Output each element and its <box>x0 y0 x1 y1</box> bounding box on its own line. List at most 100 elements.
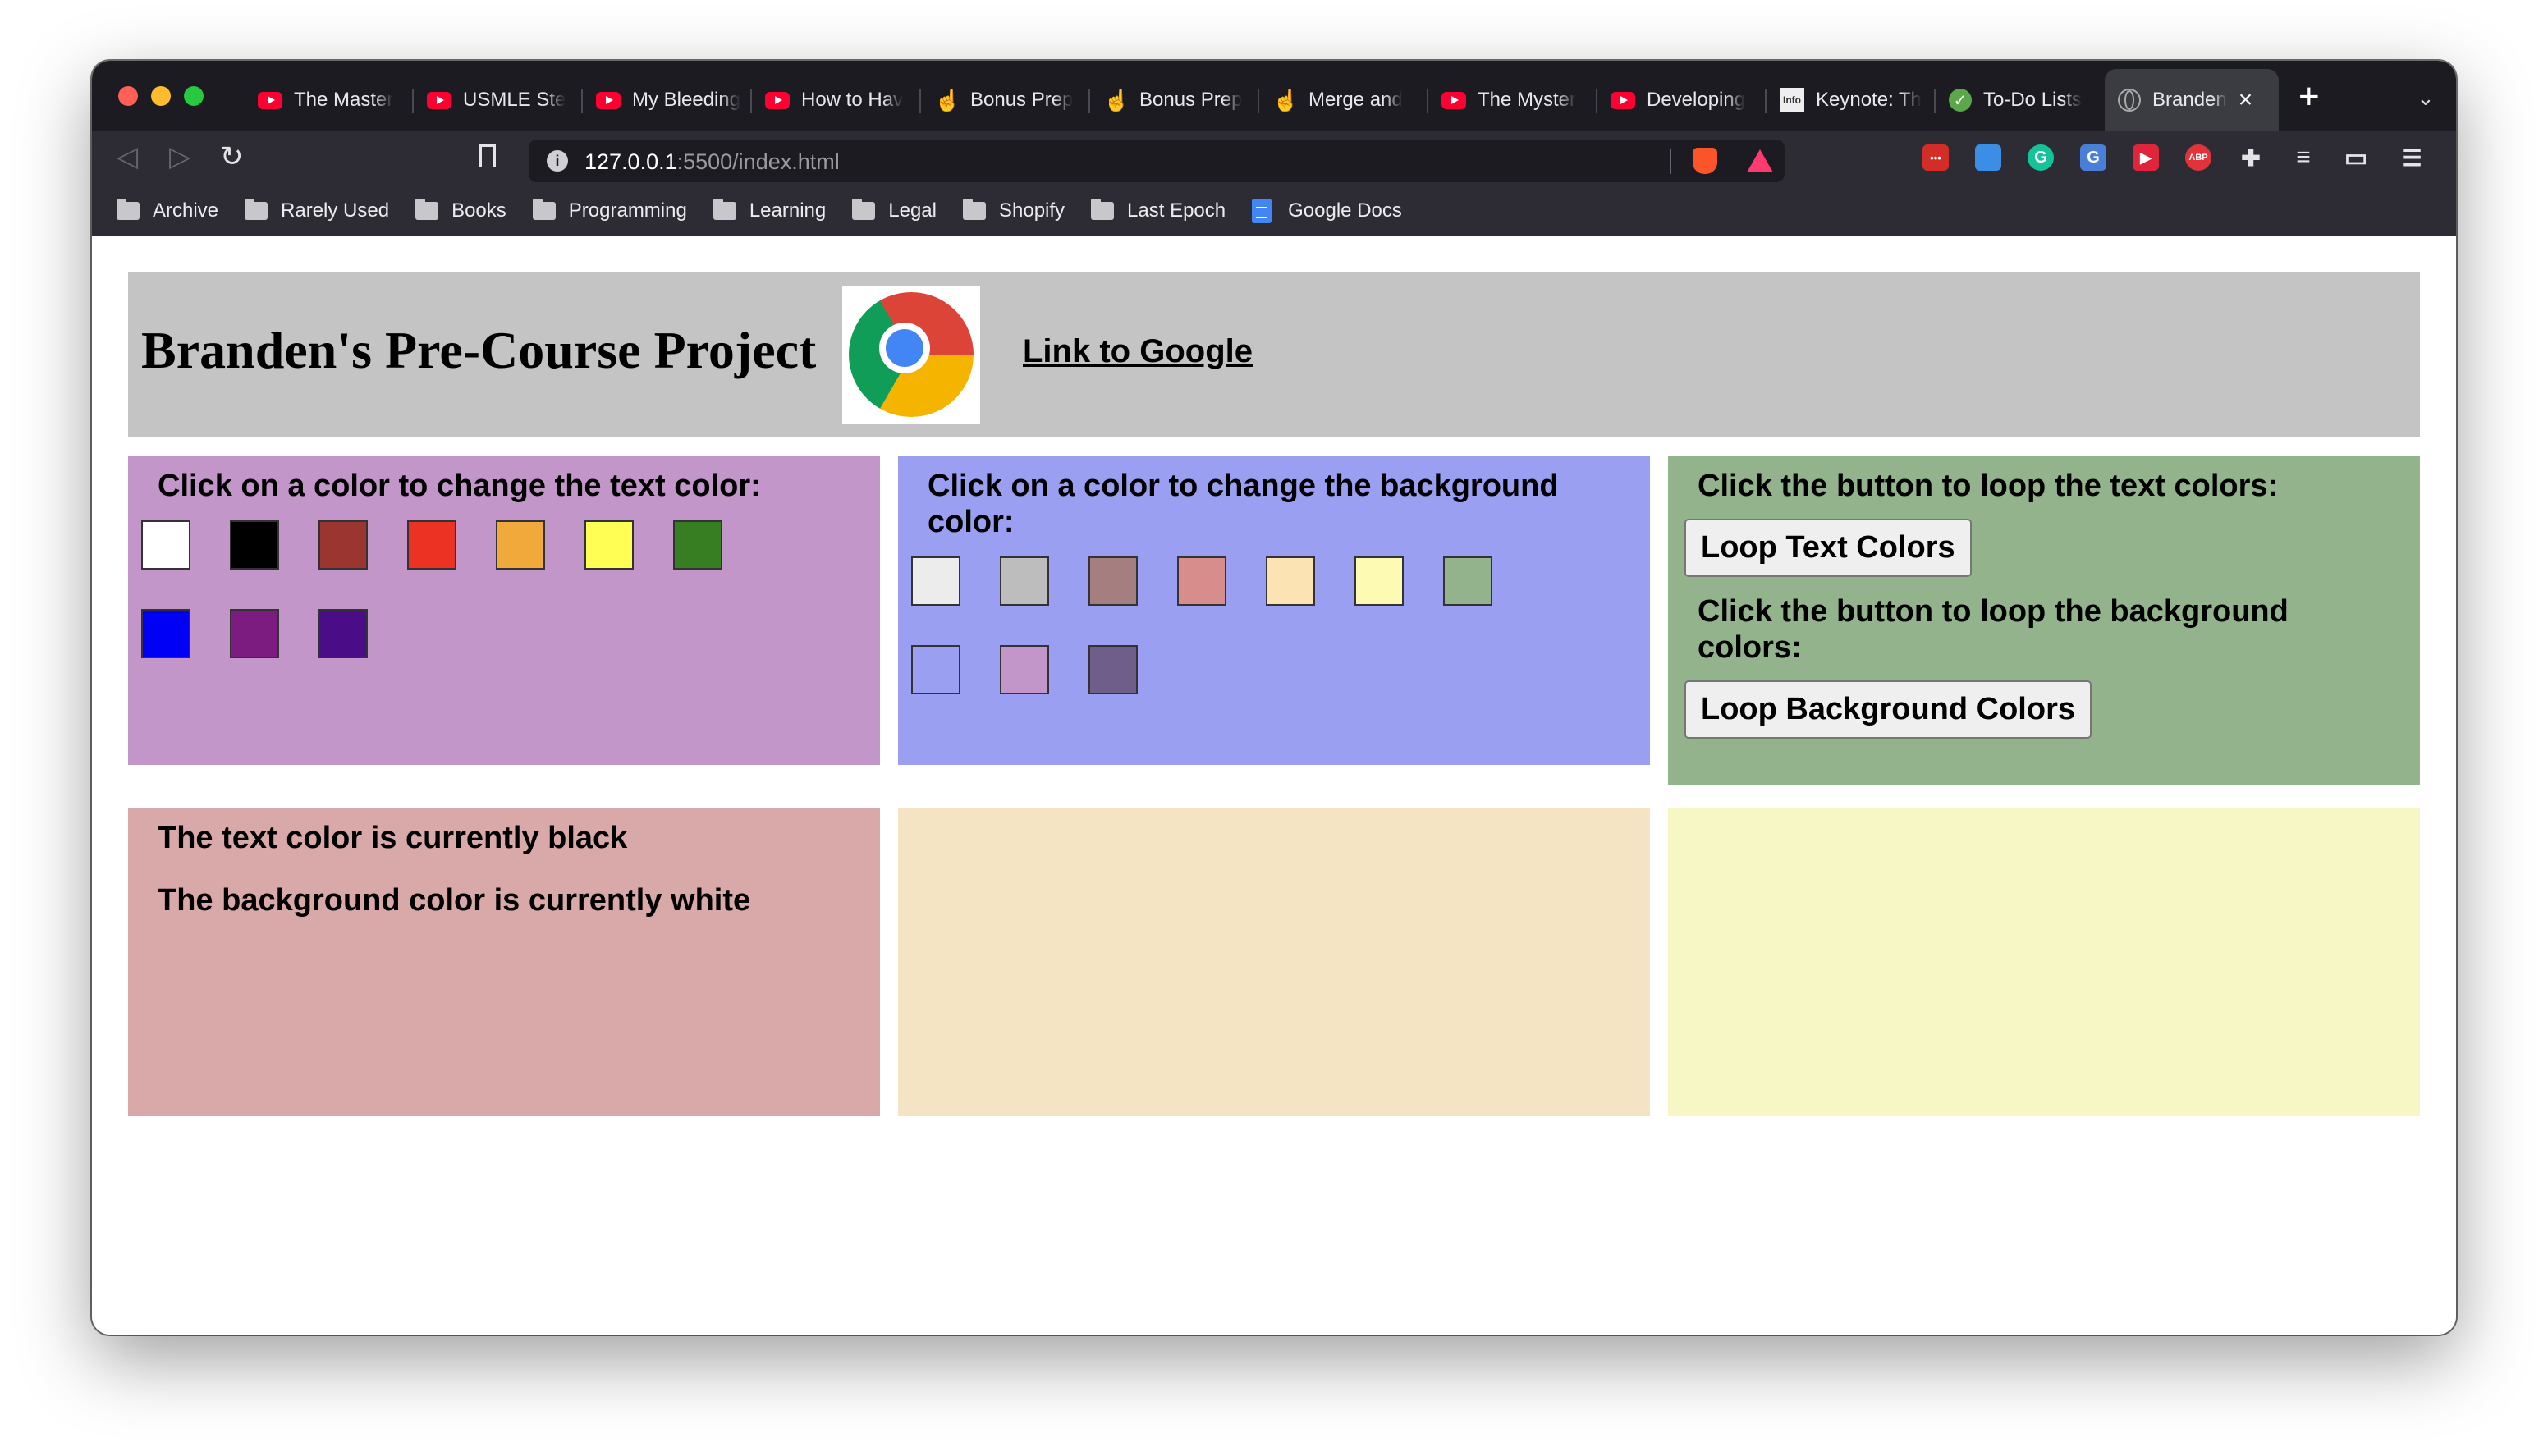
tab-title: Bonus Prep <box>970 89 1074 111</box>
url-host: 127.0.0.1 <box>584 149 677 174</box>
reload-icon[interactable]: ↻ <box>220 143 244 171</box>
bookmark-books[interactable]: Books <box>415 199 506 222</box>
tab-title: The Myster <box>1478 89 1577 111</box>
tab-8[interactable]: Developing <box>1597 69 1767 131</box>
loop-text-colors-button[interactable]: Loop Text Colors <box>1684 519 1972 577</box>
loop-background-colors-button[interactable]: Loop Background Colors <box>1684 680 2092 739</box>
adblock-icon[interactable]: ABP <box>2185 144 2211 171</box>
tab-title: My Bleeding <box>632 89 741 111</box>
info-icon: Info <box>1780 88 1804 112</box>
site-info-icon[interactable]: i <box>547 150 568 172</box>
bookmarks-bar: Archive Rarely Used Books Programming Le… <box>92 185 2456 236</box>
background-color-swatch-4[interactable] <box>1266 556 1315 606</box>
back-icon[interactable]: ◁ <box>117 143 138 171</box>
google-link[interactable]: Link to Google <box>1023 333 1253 370</box>
empty-panel-middle <box>898 808 1650 1116</box>
tab-title: Bonus Prep <box>1139 89 1243 111</box>
chevron-down-icon[interactable]: ⌄ <box>2417 85 2435 111</box>
bookmark-shopify[interactable]: Shopify <box>962 199 1065 222</box>
tab-9[interactable]: Info Keynote: Th <box>1767 69 1936 131</box>
background-color-swatch-0[interactable] <box>911 556 960 606</box>
lastpass-icon[interactable]: ••• <box>1922 144 1949 171</box>
page-content: Branden's Pre-Course Project Link to Goo… <box>92 236 2456 1335</box>
text-color-swatch-5[interactable] <box>584 520 634 570</box>
text-color-swatch-1[interactable] <box>230 520 279 570</box>
text-color-swatch-4[interactable] <box>496 520 545 570</box>
tab-title: How to Hav <box>801 89 904 111</box>
address-bar[interactable]: i 127.0.0.1:5500/index.html <box>529 140 1785 182</box>
bookmark-label: Archive <box>153 199 219 222</box>
forward-icon[interactable]: ▷ <box>169 143 190 171</box>
close-window-button[interactable] <box>118 86 138 106</box>
folder-icon <box>1091 199 1115 220</box>
playlist-icon[interactable]: ≡ <box>2290 144 2317 171</box>
background-color-swatch-6[interactable] <box>1443 556 1492 606</box>
background-color-status: The background color is currently white <box>158 883 751 918</box>
background-color-swatch-2[interactable] <box>1088 556 1138 606</box>
text-color-swatch-7[interactable] <box>141 609 190 658</box>
puzzle-icon[interactable]: ✚ <box>2238 144 2264 171</box>
empty-panel-right <box>1668 808 2420 1116</box>
text-color-swatch-8[interactable] <box>230 609 279 658</box>
close-tab-icon[interactable]: × <box>2239 86 2253 114</box>
tab-4[interactable]: ☝ Bonus Prep <box>921 69 1090 131</box>
hand-icon: ☝ <box>1272 87 1299 112</box>
tab-7[interactable]: The Myster <box>1428 69 1597 131</box>
background-color-swatch-1[interactable] <box>1000 556 1049 606</box>
background-color-swatch-8[interactable] <box>1000 645 1049 694</box>
bookmark-google-docs[interactable]: Google Docs <box>1252 199 1402 223</box>
bookmark-icon[interactable] <box>479 144 496 167</box>
tab-5[interactable]: ☝ Bonus Prep <box>1090 69 1259 131</box>
hand-icon: ☝ <box>1103 87 1130 112</box>
zoom-window-button[interactable] <box>184 86 204 106</box>
menu-icon[interactable]: ☰ <box>2399 144 2425 171</box>
bookmark-legal[interactable]: Legal <box>852 199 937 222</box>
tab-1[interactable]: USMLE Ste <box>414 69 583 131</box>
brave-shields-icon[interactable] <box>1693 148 1717 174</box>
tab-active[interactable]: Branden × <box>2105 69 2279 131</box>
bookmark-programming[interactable]: Programming <box>532 199 687 222</box>
text-color-swatch-2[interactable] <box>318 520 368 570</box>
tab-2[interactable]: My Bleeding <box>583 69 752 131</box>
status-panel: The text color is currently black The ba… <box>128 808 880 1116</box>
text-color-swatch-9[interactable] <box>318 609 368 658</box>
youtube-icon <box>258 91 282 109</box>
tab-0[interactable]: The Master <box>245 69 414 131</box>
grammarly-icon[interactable]: G <box>2028 144 2054 171</box>
brave-rewards-icon[interactable] <box>1747 149 1773 172</box>
background-color-swatch-7[interactable] <box>911 645 960 694</box>
bookmark-learning[interactable]: Learning <box>713 199 826 222</box>
bookmark-archive[interactable]: Archive <box>117 199 218 222</box>
tab-title: To-Do Lists <box>1983 89 2083 111</box>
background-color-swatch-3[interactable] <box>1177 556 1226 606</box>
text-color-swatch-0[interactable] <box>141 520 190 570</box>
tab-3[interactable]: How to Hav <box>752 69 921 131</box>
wallet-icon[interactable]: ▭ <box>2343 144 2369 172</box>
bookmark-last-epoch[interactable]: Last Epoch <box>1091 199 1226 222</box>
minimize-window-button[interactable] <box>151 86 171 106</box>
text-color-swatch-6[interactable] <box>673 520 722 570</box>
tab-6[interactable]: ☝ Merge and <box>1259 69 1428 131</box>
text-color-heading: Click on a color to change the text colo… <box>158 469 761 503</box>
youtube-icon <box>1611 91 1635 109</box>
bookmark-rarely-used[interactable]: Rarely Used <box>245 199 389 222</box>
youtube-icon <box>1441 91 1466 109</box>
bookmark-label: Books <box>451 199 506 222</box>
url-text[interactable]: 127.0.0.1:5500/index.html <box>584 149 840 175</box>
video-icon[interactable]: ▶ <box>2133 144 2159 171</box>
background-color-swatch-5[interactable] <box>1354 556 1404 606</box>
photo-icon[interactable] <box>1975 144 2001 171</box>
folder-icon <box>117 199 140 220</box>
background-color-swatch-9[interactable] <box>1088 645 1138 694</box>
new-tab-button[interactable]: + <box>2298 79 2320 115</box>
tab-title: Keynote: Th <box>1816 89 1922 111</box>
tab-title: The Master <box>294 89 394 111</box>
tab-title: Merge and <box>1308 89 1403 111</box>
translate-icon[interactable]: G <box>2080 144 2106 171</box>
bookmark-label: Programming <box>568 199 687 222</box>
text-color-swatch-3[interactable] <box>407 520 456 570</box>
tab-10[interactable]: ✓ To-Do Lists <box>1936 69 2105 131</box>
tab-title: Branden <box>2152 89 2227 111</box>
loop-panel: Click the button to loop the text colors… <box>1668 456 2420 785</box>
google-docs-icon <box>1252 199 1272 223</box>
